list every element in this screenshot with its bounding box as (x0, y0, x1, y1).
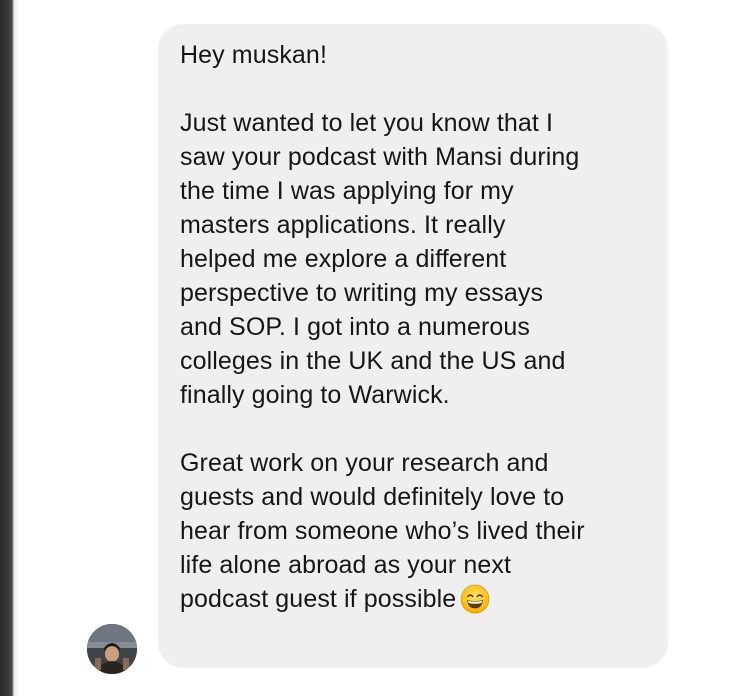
sender-avatar[interactable] (87, 624, 137, 674)
window-edge (0, 0, 14, 696)
message-paragraph-request-text: Great work on your research and guests a… (180, 449, 585, 613)
profile-photo-icon (87, 624, 137, 674)
received-message-bubble[interactable]: Hey muskan! Just wanted to let you know … (158, 24, 668, 668)
message-paragraph-request: Great work on your research and guests a… (180, 446, 646, 616)
grinning-face-icon (460, 584, 490, 614)
window-edge-shadow (14, 0, 20, 696)
message-paragraph-story: Just wanted to let you know that I saw y… (180, 109, 580, 409)
message-greeting: Hey muskan! (180, 41, 327, 69)
